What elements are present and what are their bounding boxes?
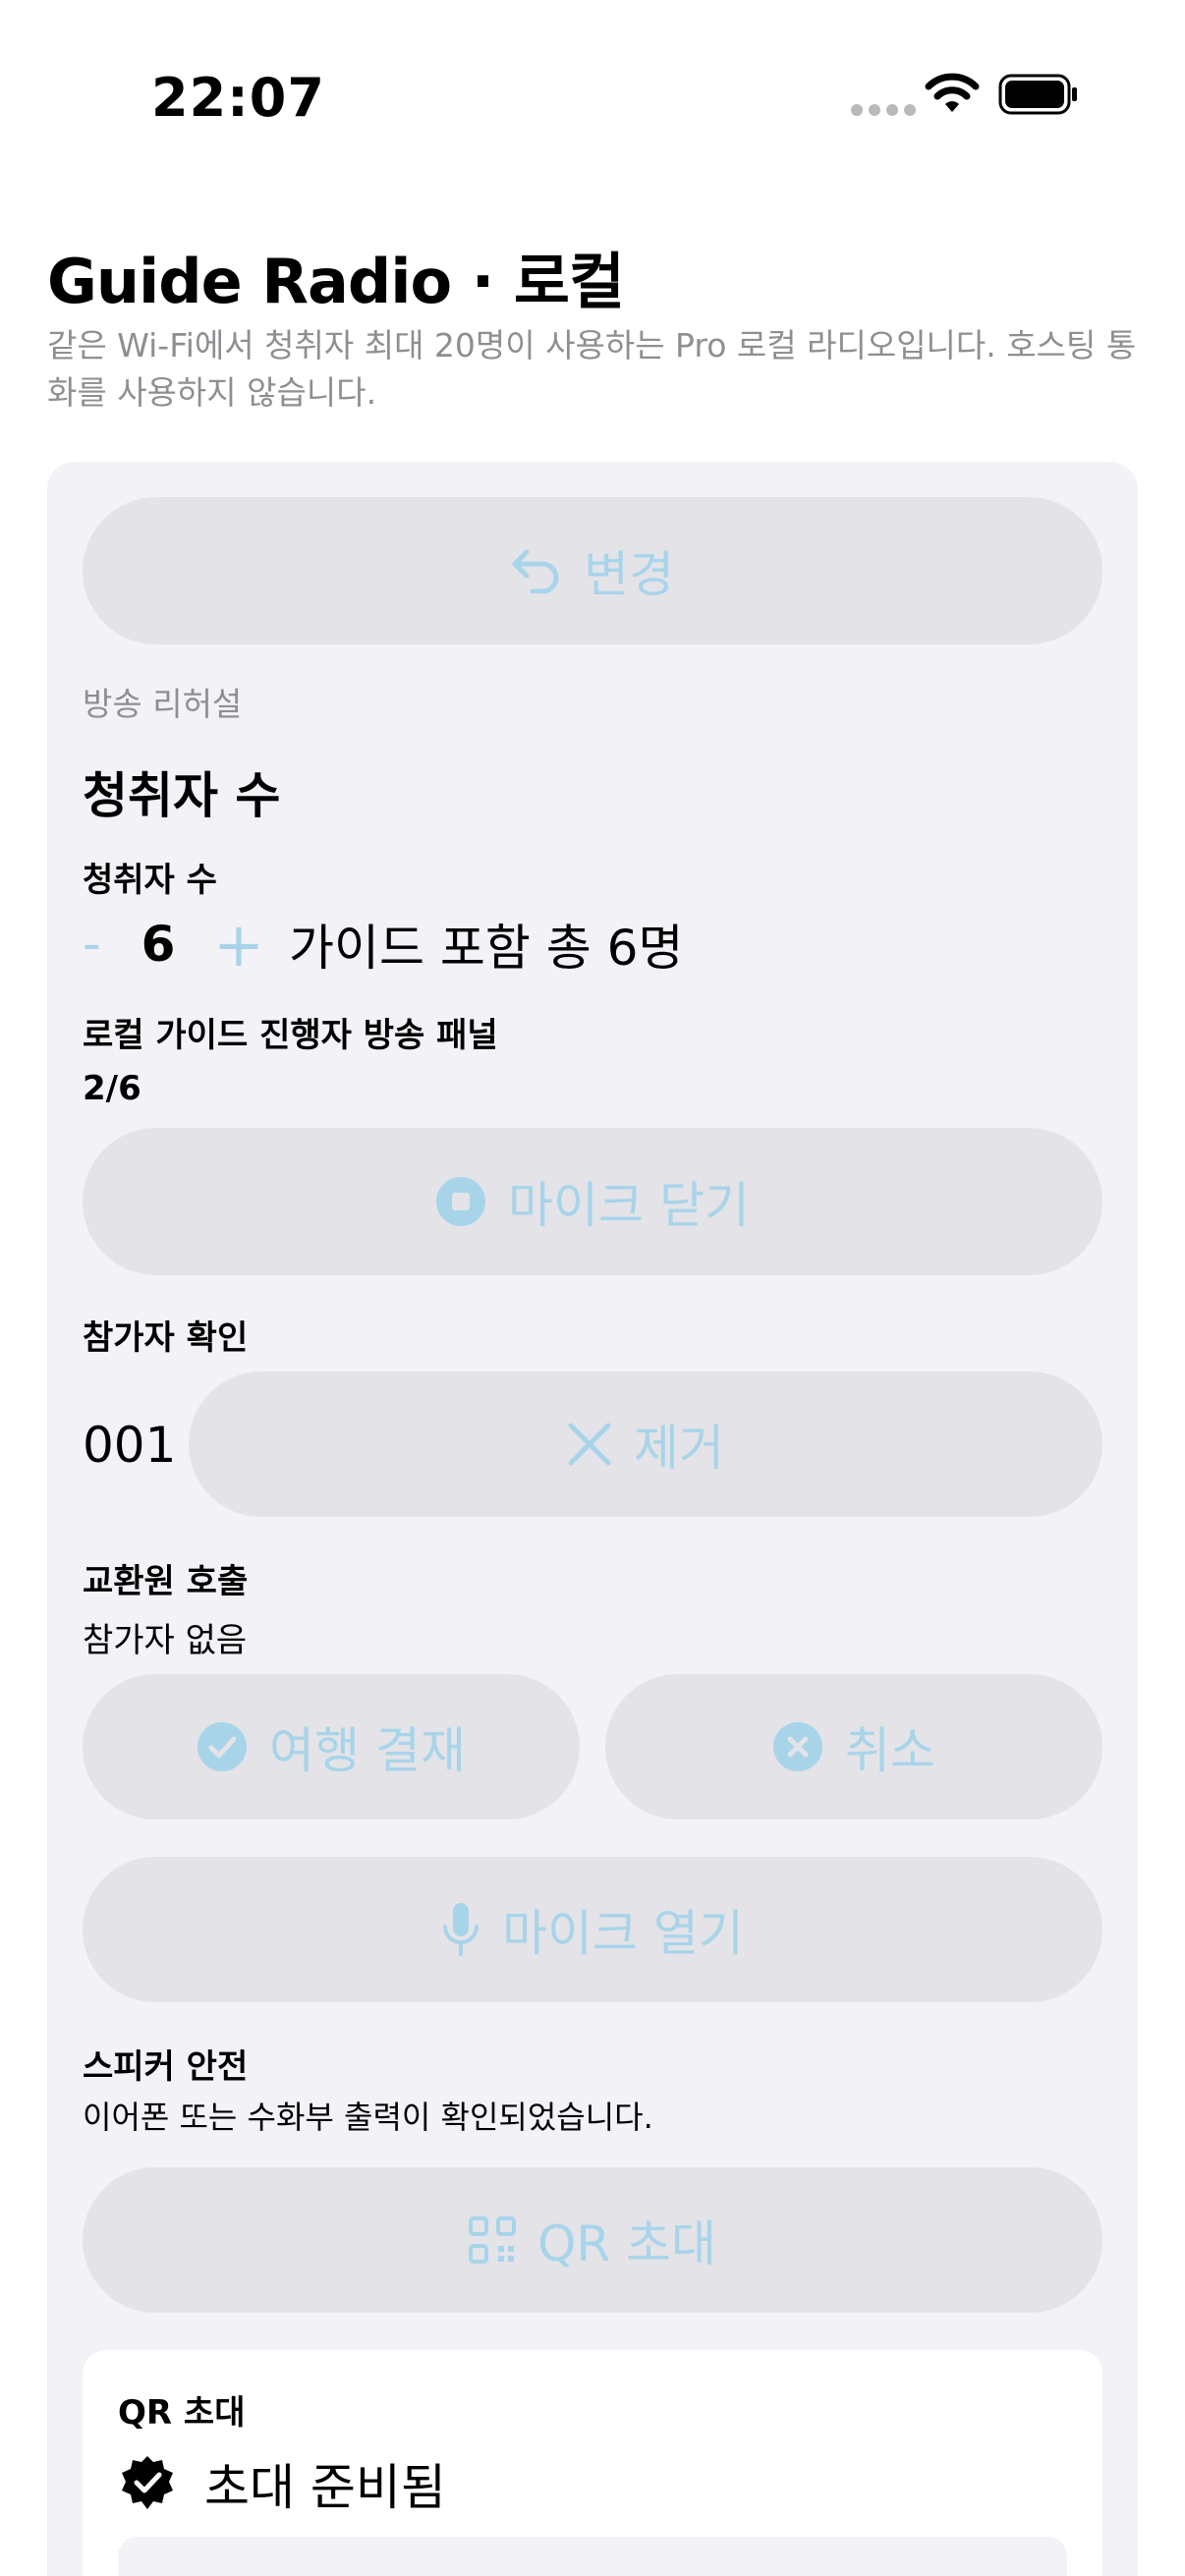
listener-count-value: 6 (141, 916, 176, 973)
cancel-button[interactable]: 취소 (605, 1674, 1102, 1820)
change-button[interactable]: 변경 (83, 497, 1102, 644)
increment-button[interactable]: + (206, 909, 271, 980)
qr-invite-label: QR 초대 (537, 2215, 716, 2272)
cancel-button-label: 취소 (845, 1722, 935, 1779)
qr-panel-field (118, 2537, 1067, 2576)
verified-badge-icon (122, 2456, 173, 2509)
panel-label: 로컬 가이드 진행자 방송 패널 (83, 1016, 498, 1055)
page-subtitle: 같은 Wi-Fi에서 청취자 최대 20명이 사용하는 Pro 로컬 라디오입니… (47, 326, 1137, 412)
page-title: Guide Radio · 로컬 (47, 246, 625, 317)
x-circle-icon (773, 1722, 822, 1771)
trip-payment-button[interactable]: 여행 결재 (83, 1674, 580, 1820)
qr-invite-panel: QR 초대 초대 준비됨 (83, 2350, 1102, 2576)
mic-close-label: 마이크 닫기 (508, 1177, 750, 1234)
stop-circle-icon (436, 1177, 486, 1226)
microphone-icon (443, 1903, 480, 1956)
participant-check-label: 참가자 확인 (83, 1318, 249, 1358)
listeners-label: 청취자 수 (83, 861, 217, 900)
listener-count-stepper: - 6 + 가이드 포함 총 6명 (83, 909, 684, 980)
battery-icon (998, 74, 1077, 115)
speaker-safety-label: 스피커 안전 (83, 2047, 249, 2087)
speaker-safety-value: 이어폰 또는 수화부 출력이 확인되었습니다. (83, 2099, 653, 2136)
status-bar: 22:07 (0, 0, 1185, 187)
listeners-title: 청취자 수 (83, 767, 281, 824)
qr-panel-title: QR 초대 (118, 2393, 246, 2433)
rehearsal-caption: 방송 리허설 (83, 685, 243, 723)
undo-icon (512, 549, 559, 593)
cellular-signal-icon (851, 104, 916, 116)
listener-total-text: 가이드 포함 총 6명 (289, 920, 684, 977)
panel-count: 2/6 (83, 1069, 141, 1108)
mic-open-label: 마이크 열기 (502, 1905, 744, 1962)
wifi-icon (925, 73, 980, 112)
mic-open-button[interactable]: 마이크 열기 (83, 1857, 1102, 2002)
check-circle-icon (198, 1722, 248, 1771)
exchange-call-label: 교환원 호출 (83, 1562, 249, 1601)
participant-id: 001 (83, 1417, 177, 1474)
trip-payment-label: 여행 결재 (269, 1722, 466, 1779)
status-time: 22:07 (151, 67, 325, 129)
decrement-button[interactable]: - (83, 915, 128, 974)
exchange-call-value: 참가자 없음 (83, 1621, 248, 1660)
close-icon (568, 1423, 611, 1466)
mic-close-button[interactable]: 마이크 닫기 (83, 1128, 1102, 1275)
change-button-label: 변경 (584, 546, 674, 603)
qr-code-icon (469, 2216, 516, 2264)
remove-button-label: 제거 (634, 1420, 724, 1477)
invite-status: 초대 준비됨 (118, 2448, 446, 2519)
qr-invite-button[interactable]: QR 초대 (83, 2167, 1102, 2313)
remove-button[interactable]: 제거 (189, 1372, 1102, 1517)
invite-status-text: 초대 준비됨 (204, 2459, 446, 2516)
